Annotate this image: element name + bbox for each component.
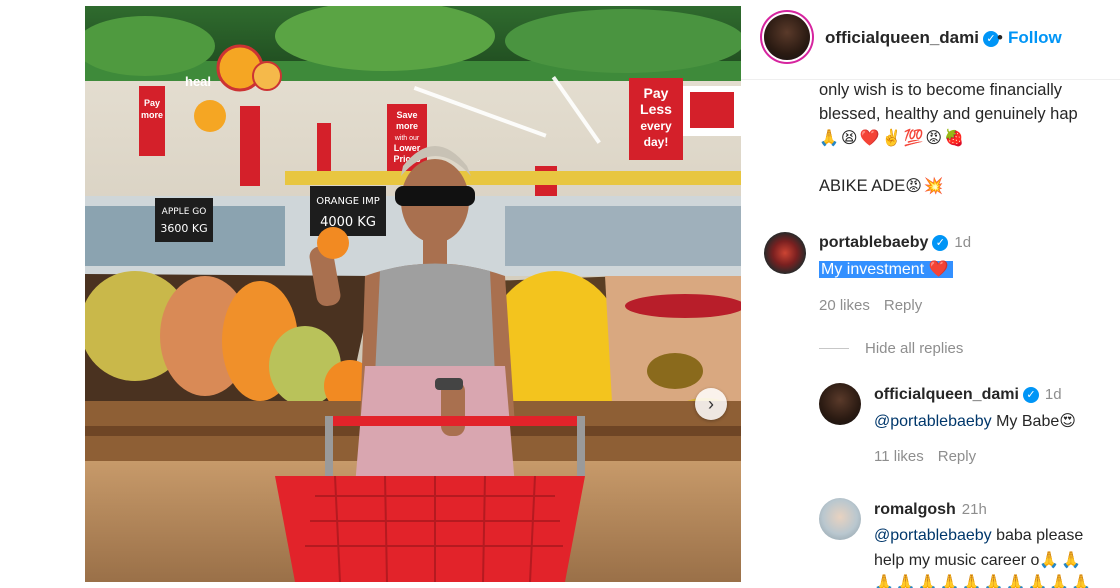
pay-less-sign: Pay Less every day! [629, 78, 683, 160]
comment-reply-button[interactable]: Reply [884, 297, 922, 314]
hide-replies-toggle[interactable]: Hide all replies [819, 340, 963, 357]
reply-text-line1: baba please [991, 527, 1084, 544]
caption-emojis: 🙏😫❤️✌️💯😡🍓 [819, 128, 966, 147]
save-more-line3: with our [394, 135, 420, 142]
reply-mention-link[interactable]: @portablebaeby [874, 527, 992, 544]
comment-username[interactable]: portablebaeby [819, 234, 928, 251]
author-username[interactable]: officialqueen_dami [825, 28, 979, 47]
commenter-avatar[interactable] [764, 232, 806, 274]
reply-likes[interactable]: 11 likes [874, 448, 924, 465]
follow-button[interactable]: Follow [1008, 28, 1062, 47]
hide-replies-label: Hide all replies [865, 340, 964, 357]
reply-username[interactable]: romalgosh [874, 501, 956, 518]
orange-price-line1: ORANGE IMP [316, 196, 380, 207]
caption-signoff: ABIKE ADE😡💥 [819, 176, 946, 196]
reply-reply-button[interactable]: Reply [938, 448, 976, 465]
pay-left-line2: more [141, 110, 163, 120]
carousel-next-button[interactable]: › [695, 388, 727, 420]
apple-price-sign: APPLE GO 3600 KG [155, 198, 213, 242]
comments-panel: officialqueen_dami ✓ • Follow only wish is… [741, 0, 1120, 588]
apple-price-line2: 3600 KG [160, 222, 207, 235]
verified-badge-icon: ✓ [1022, 386, 1039, 403]
reply-avatar[interactable] [819, 383, 861, 425]
comment-selected-text: My investment ❤️ [819, 259, 953, 278]
save-more-line1: Save [396, 110, 417, 120]
pay-less-line2: Less [640, 101, 672, 117]
heart-emoji: ❤️ [928, 259, 951, 278]
store-banner-text: heal [185, 74, 211, 89]
verified-badge-icon: ✓ [932, 234, 949, 251]
orange-price-sign: ORANGE IMP 4000 KG [310, 186, 386, 236]
reply-body: @portablebaeby baba please [874, 524, 1083, 548]
comment-time[interactable]: 1d [954, 234, 971, 251]
comment-body: My investment ❤️ [819, 257, 953, 282]
heart-eyes-emoji: 😍 [1059, 411, 1078, 430]
follow-group: • Follow [992, 28, 1062, 48]
caption-signoff-text: ABIKE ADE [819, 177, 906, 195]
caption-signoff-emojis: 😡💥 [905, 176, 946, 195]
reply-mention-link[interactable]: @portablebaeby [874, 413, 992, 430]
separator-dot: • [997, 28, 1003, 47]
pay-left-line1: Pay [144, 98, 160, 108]
reply-body-line2: help my music career o🙏🙏 [874, 548, 1083, 573]
reply-time[interactable]: 1d [1045, 386, 1062, 403]
reply-body-line3: 🙏🙏🙏🙏🙏🙏🙏🙏🙏🙏 [874, 571, 1093, 588]
reply-username[interactable]: officialqueen_dami [874, 386, 1019, 403]
reply-header: romalgosh 21h [874, 501, 987, 519]
pray-emoji-row: 🙏🙏🙏🙏🙏🙏🙏🙏🙏🙏 [874, 573, 1094, 588]
reply-time[interactable]: 21h [962, 501, 987, 518]
comment-likes[interactable]: 20 likes [819, 297, 870, 314]
comment-meta: 20 likes Reply [819, 297, 936, 314]
post-photo[interactable]: heal Save more with our Lower Prices Pay… [85, 6, 741, 582]
caption-line-2: blessed, healthy and genuinely hap [819, 105, 1078, 123]
apple-price-line1: APPLE GO [162, 207, 207, 217]
reply-text-line2: help my music career o [874, 552, 1040, 569]
reply-avatar[interactable] [819, 498, 861, 540]
pay-less-line4: day! [644, 135, 669, 149]
supermarket-photo-illustration: heal Save more with our Lower Prices Pay… [85, 6, 741, 582]
post-caption: only wish is to become financially bless… [819, 78, 1120, 150]
comment-text: My investment [821, 261, 925, 278]
post-header: officialqueen_dami ✓ • Follow [741, 0, 1120, 80]
chevron-right-icon: › [708, 393, 714, 414]
pray-emojis: 🙏🙏 [1039, 550, 1084, 569]
author-avatar[interactable] [764, 14, 810, 60]
save-more-line4: Lower [394, 143, 421, 153]
replies-divider [819, 348, 849, 349]
reply-body: @portablebaeby My Babe😍 [874, 409, 1078, 434]
reply-meta: 11 likes Reply [874, 448, 990, 465]
reply-text: My Babe [991, 413, 1060, 430]
save-more-line2: more [396, 121, 418, 131]
comment-header: portablebaeby ✓ 1d [819, 234, 971, 252]
reply-header: officialqueen_dami ✓ 1d [874, 386, 1062, 404]
pay-less-line3: every [640, 119, 672, 133]
pay-less-line1: Pay [644, 85, 669, 101]
caption-line-1: only wish is to become financially [819, 81, 1063, 99]
